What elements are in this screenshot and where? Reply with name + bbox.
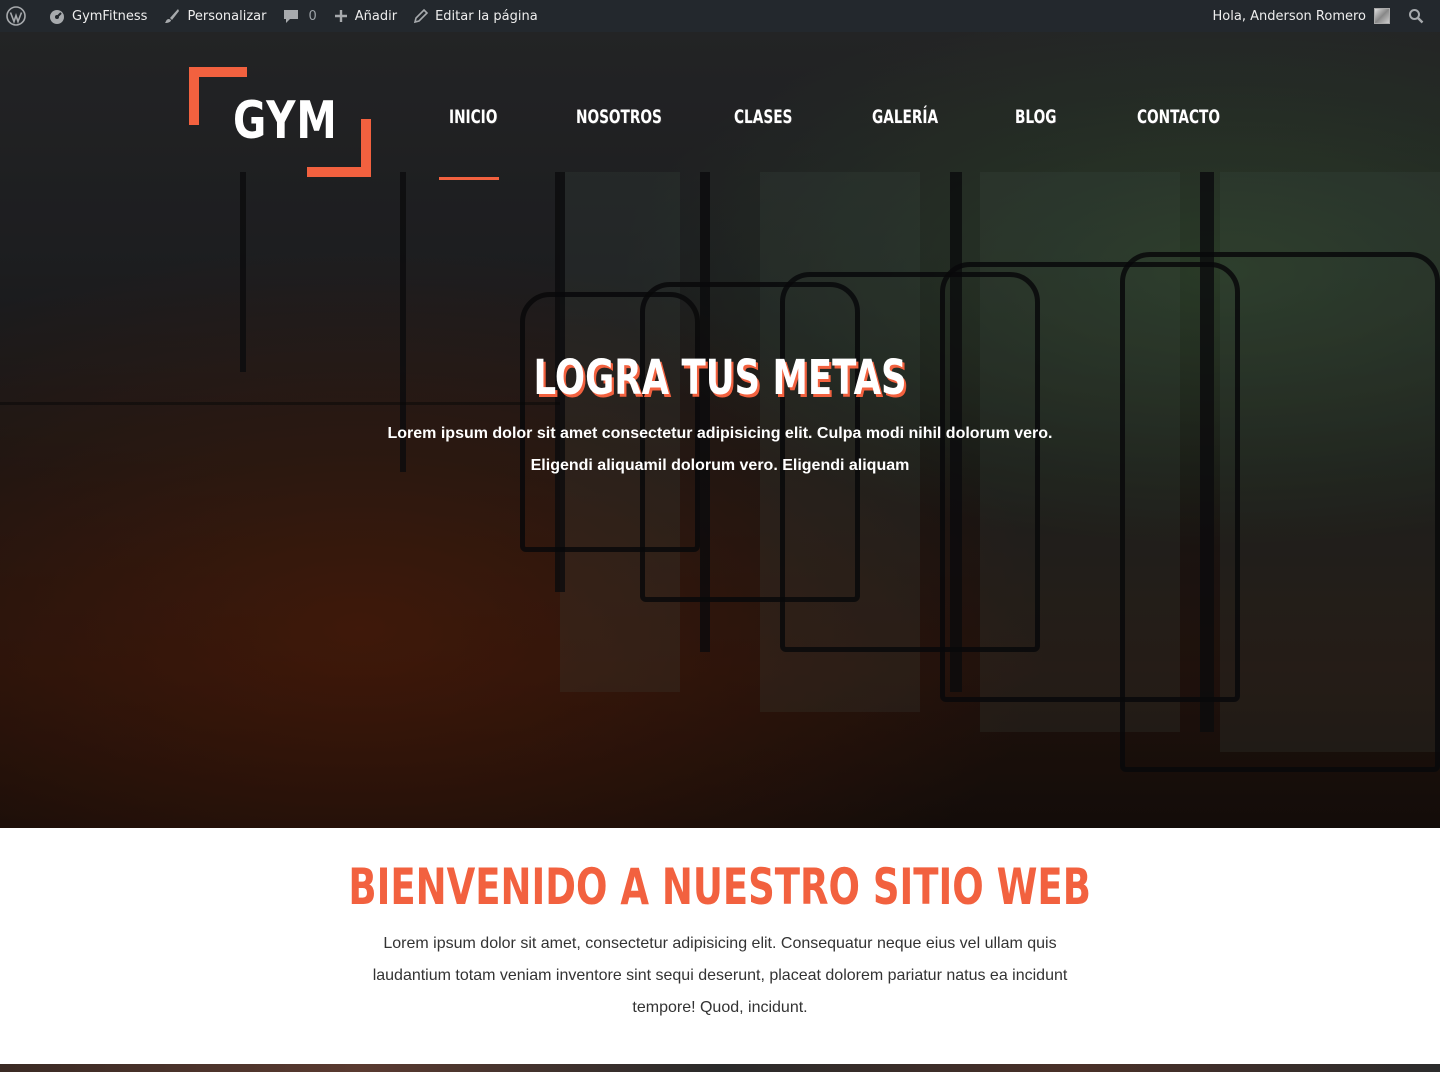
nav-link-blog[interactable]: Blog [1015, 106, 1057, 128]
wordpress-logo-icon [6, 6, 26, 26]
nav-link-inicio[interactable]: Inicio [449, 106, 497, 128]
add-new-menu[interactable]: Añadir [325, 0, 405, 32]
site-name-menu[interactable]: GymFitness [40, 0, 155, 32]
search-icon [1409, 9, 1424, 24]
avatar [1374, 8, 1390, 24]
paintbrush-icon [165, 9, 180, 23]
nav-link-clases[interactable]: Clases [734, 106, 792, 128]
user-greeting: Hola, Anderson Romero [1212, 8, 1366, 24]
admin-bar-left: GymFitness Personalizar 0 Añadir Editar … [0, 0, 546, 32]
customize-label: Personalizar [187, 8, 267, 24]
comments-count: 0 [308, 8, 317, 24]
wordpress-menu[interactable] [0, 0, 40, 32]
pencil-icon [413, 8, 429, 24]
comments-link[interactable]: 0 [274, 0, 324, 32]
welcome-title-text: Bienvenido a nuestro sitio web [348, 858, 1092, 916]
gym-logo[interactable]: GYM [189, 67, 371, 177]
admin-search-button[interactable] [1398, 0, 1440, 32]
admin-bar-right: Hola, Anderson Romero [1205, 0, 1440, 32]
nav-link-galeria[interactable]: Galería [872, 106, 938, 128]
nav-link-contacto[interactable]: Contacto [1137, 106, 1220, 128]
hero-title: Logra tus metas [0, 350, 1440, 406]
nav-active-indicator [439, 177, 499, 180]
customize-link[interactable]: Personalizar [155, 0, 274, 32]
welcome-title: Bienvenido a nuestro sitio web [0, 858, 1440, 916]
admin-bar: GymFitness Personalizar 0 Añadir Editar … [0, 0, 1440, 32]
edit-page-label: Editar la página [435, 8, 538, 24]
main-nav: Inicio Nosotros Clases Galería Blog Cont… [439, 106, 1220, 150]
dashboard-icon [50, 10, 64, 24]
edit-page-link[interactable]: Editar la página [405, 0, 546, 32]
user-account-menu[interactable]: Hola, Anderson Romero [1205, 0, 1398, 32]
logo-text: GYM [233, 91, 338, 151]
plus-icon [334, 10, 347, 22]
add-new-label: Añadir [354, 8, 398, 24]
hero-section: GYM Inicio Nosotros Clases Galería Blog … [0, 32, 1440, 828]
hero-title-text: Logra tus metas [533, 350, 907, 406]
welcome-text: Lorem ipsum dolor sit amet, consectetur … [372, 935, 1068, 1016]
site-name-label: GymFitness [72, 8, 148, 24]
next-section-image-edge [0, 1064, 1440, 1072]
nav-link-nosotros[interactable]: Nosotros [576, 106, 662, 128]
hero-text: Lorem ipsum dolor sit amet consectetur a… [387, 425, 1053, 474]
comment-bubble-icon [284, 10, 299, 23]
